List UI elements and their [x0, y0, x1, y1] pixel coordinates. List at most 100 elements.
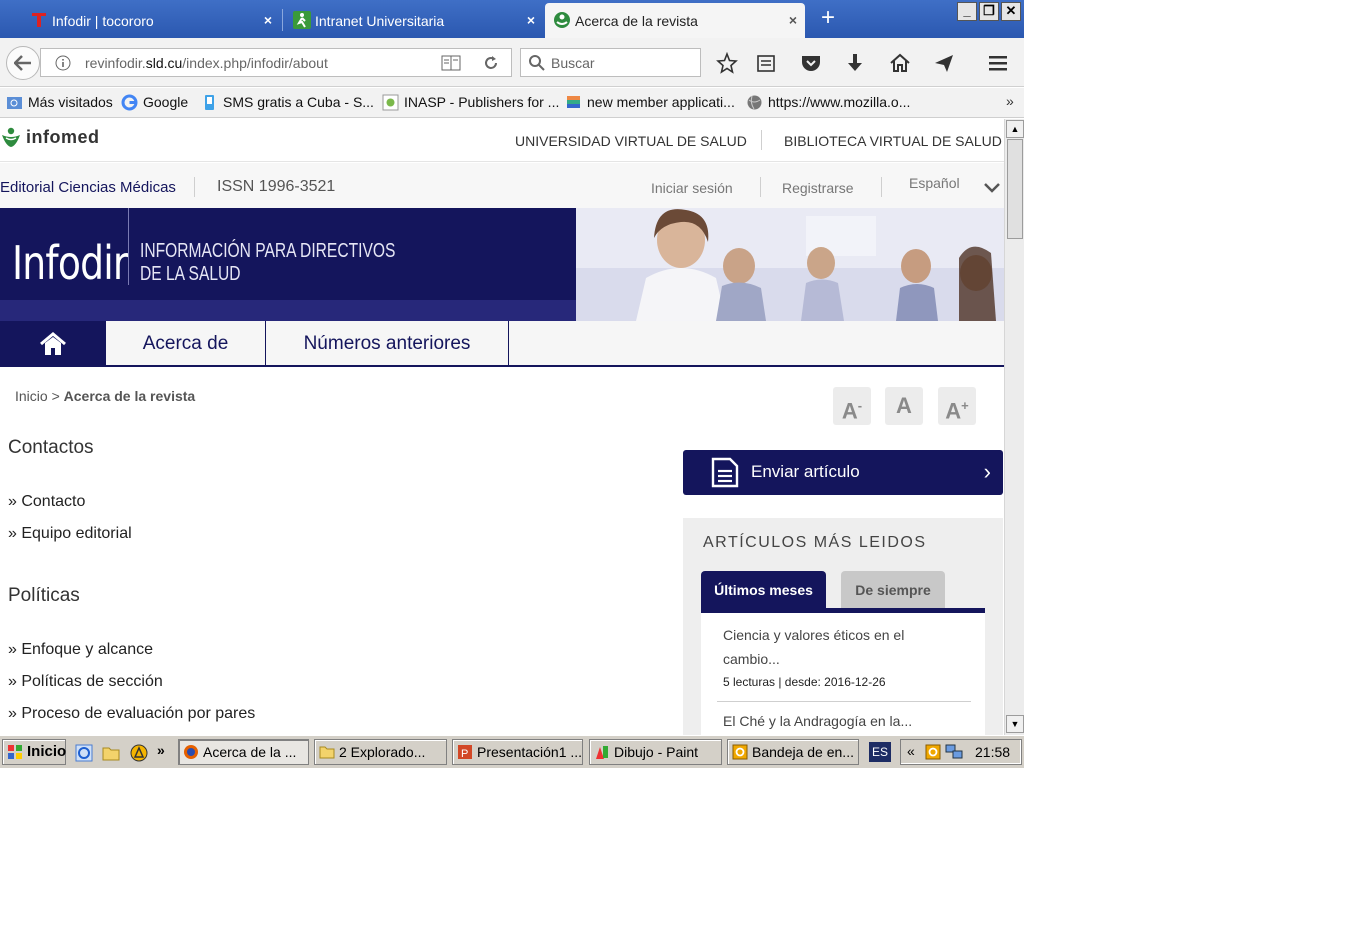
bookmark-google[interactable]: Google: [121, 94, 188, 112]
main-navigation: Acerca de Números anteriores: [0, 321, 1004, 367]
google-icon: [121, 94, 138, 111]
send-tab-icon[interactable]: [933, 52, 955, 74]
tab-infodir-tocororo[interactable]: Infodir | tocororo ×: [22, 3, 280, 38]
most-read-panel: ARTÍCULOS MÁS LEIDOS Últimos meses De si…: [683, 518, 1003, 735]
network-tray-icon[interactable]: [945, 744, 963, 760]
link-enfoque-alcance[interactable]: » Enfoque y alcance: [8, 641, 153, 659]
bookmark-new-member[interactable]: new member applicati...: [565, 94, 735, 112]
tab-de-siempre[interactable]: De siempre: [841, 571, 945, 610]
powerpoint-icon: P: [458, 745, 472, 760]
tab-intranet[interactable]: Intranet Universitaria ×: [285, 3, 543, 38]
submit-article-button[interactable]: Enviar artículo ›: [683, 450, 1003, 495]
logo-text: infomed: [26, 126, 100, 147]
infomed-logo-icon: [2, 127, 20, 147]
link-equipo-editorial[interactable]: » Equipo editorial: [8, 525, 132, 543]
list-item[interactable]: El Ché y la Andragogía en la...: [723, 709, 963, 733]
pocket-icon[interactable]: [800, 52, 822, 74]
tab-ultimos-meses[interactable]: Últimos meses: [701, 571, 826, 610]
scroll-up-button[interactable]: ▲: [1006, 120, 1024, 138]
url-text[interactable]: revinfodir.sld.cu/index.php/infodir/abou…: [85, 55, 328, 71]
tab-acerca-de-la-revista[interactable]: Acerca de la revista ×: [545, 3, 805, 38]
bookmark-star-icon[interactable]: [716, 52, 738, 74]
restore-button[interactable]: ❐: [979, 2, 999, 21]
register-link[interactable]: Registrarse: [782, 180, 854, 196]
breadcrumb-home-link[interactable]: Inicio: [15, 388, 48, 404]
task-firefox[interactable]: Acerca de la ...: [178, 739, 309, 765]
start-button[interactable]: Inicio: [2, 739, 66, 765]
folder-icon: [319, 746, 335, 759]
font-reset-button[interactable]: A: [885, 387, 923, 425]
submit-article-label: Enviar artículo: [751, 462, 860, 481]
search-icon: [529, 55, 545, 71]
nav-acerca-de[interactable]: Acerca de: [106, 321, 266, 366]
downloads-icon[interactable]: [844, 52, 866, 74]
font-decrease-button[interactable]: A-: [833, 387, 871, 425]
scroll-down-button[interactable]: ▼: [1006, 715, 1024, 733]
outlook-tray-icon[interactable]: [925, 744, 941, 760]
tray-expand-icon[interactable]: «: [907, 743, 915, 759]
scroll-thumb[interactable]: [1007, 139, 1023, 239]
bookmark-inasp[interactable]: INASP - Publishers for ...: [382, 94, 559, 112]
tocororo-favicon-icon: [32, 13, 46, 27]
menu-icon[interactable]: [987, 52, 1009, 74]
link-contacto[interactable]: » Contacto: [8, 493, 85, 511]
reader-view-icon[interactable]: [441, 55, 461, 71]
close-window-button[interactable]: ✕: [1001, 2, 1021, 21]
publisher-link[interactable]: Editorial Ciencias Médicas: [0, 179, 176, 196]
new-tab-button[interactable]: +: [815, 6, 841, 32]
tab-title: Infodir | tocororo: [52, 12, 154, 29]
nav-home-button[interactable]: [0, 321, 106, 366]
close-icon[interactable]: ×: [527, 12, 535, 28]
language-value: Español: [909, 175, 960, 191]
home-icon[interactable]: [889, 52, 911, 74]
link-biblioteca-virtual[interactable]: BIBLIOTECA VIRTUAL DE SALUD: [784, 133, 1002, 149]
close-icon[interactable]: ×: [789, 12, 797, 28]
chevron-right-icon: ›: [983, 459, 991, 484]
back-button[interactable]: [6, 46, 40, 80]
contacts-heading: Contactos: [8, 437, 94, 458]
language-indicator[interactable]: ES: [869, 742, 891, 762]
article-meta: 5 lecturas | desde: 2016-12-26: [723, 675, 886, 689]
font-increase-button[interactable]: A+: [938, 387, 976, 425]
article-title[interactable]: Ciencia y valores éticos en el cambio...: [723, 623, 963, 671]
search-placeholder: Buscar: [551, 55, 595, 71]
intranet-favicon-icon: [293, 11, 311, 29]
minimize-button[interactable]: _: [957, 2, 977, 21]
quicklaunch-overflow-icon[interactable]: »: [157, 742, 165, 758]
link-proceso-evaluacion[interactable]: » Proceso de evaluación por pares: [8, 705, 255, 723]
page-scrollbar[interactable]: ▲ ▼: [1004, 119, 1024, 735]
link-politicas-seccion[interactable]: » Políticas de sección: [8, 673, 163, 691]
link-universidad-virtual[interactable]: UNIVERSIDAD VIRTUAL DE SALUD: [515, 133, 747, 149]
banner-title: Infodir: [12, 236, 128, 290]
tab-title: Intranet Universitaria: [315, 12, 445, 29]
folder-quicklaunch-icon[interactable]: [102, 744, 120, 762]
list-item[interactable]: Ciencia y valores éticos en el cambio...…: [723, 623, 963, 689]
bookmarks-list-icon[interactable]: [755, 52, 777, 74]
nav-numeros-anteriores[interactable]: Números anteriores: [266, 321, 509, 366]
task-outlook[interactable]: Bandeja de en...: [727, 739, 859, 765]
page-content: infomed UNIVERSIDAD VIRTUAL DE SALUD BIB…: [0, 119, 1004, 735]
infomed-logo[interactable]: infomed: [0, 125, 100, 149]
windows-taskbar: Inicio » Acerca de la ... 2 Explorado...…: [0, 735, 1024, 768]
outlook-icon: [732, 744, 748, 760]
task-powerpoint[interactable]: P Presentación1 ...: [452, 739, 583, 765]
journal-banner: Infodir INFORMACIÓN PARA DIRECTIVOS DE L…: [0, 208, 1004, 321]
language-select[interactable]: Español: [909, 175, 1001, 199]
url-bar[interactable]: revinfodir.sld.cu/index.php/infodir/abou…: [40, 48, 512, 77]
ie-quicklaunch-icon[interactable]: [75, 744, 93, 762]
app-quicklaunch-icon[interactable]: [130, 744, 148, 762]
reload-icon[interactable]: [483, 55, 499, 71]
info-icon[interactable]: [55, 55, 71, 71]
search-input[interactable]: Buscar: [520, 48, 701, 77]
bookmark-mozilla[interactable]: https://www.mozilla.o...: [746, 94, 910, 112]
article-title[interactable]: El Ché y la Andragogía en la...: [723, 709, 963, 733]
login-link[interactable]: Iniciar sesión: [651, 180, 733, 196]
bookmark-mas-visitados[interactable]: Más visitados: [6, 94, 113, 112]
breadcrumb-current: Acerca de la revista: [63, 388, 196, 404]
bookmark-sms-gratis[interactable]: SMS gratis a Cuba - S...: [201, 94, 374, 112]
task-paint[interactable]: Dibujo - Paint: [589, 739, 722, 765]
close-icon[interactable]: ×: [264, 12, 272, 28]
task-explorer[interactable]: 2 Explorado...: [314, 739, 447, 765]
doctors-photo: [576, 208, 1004, 321]
bookmarks-overflow-button[interactable]: »: [1006, 93, 1014, 109]
